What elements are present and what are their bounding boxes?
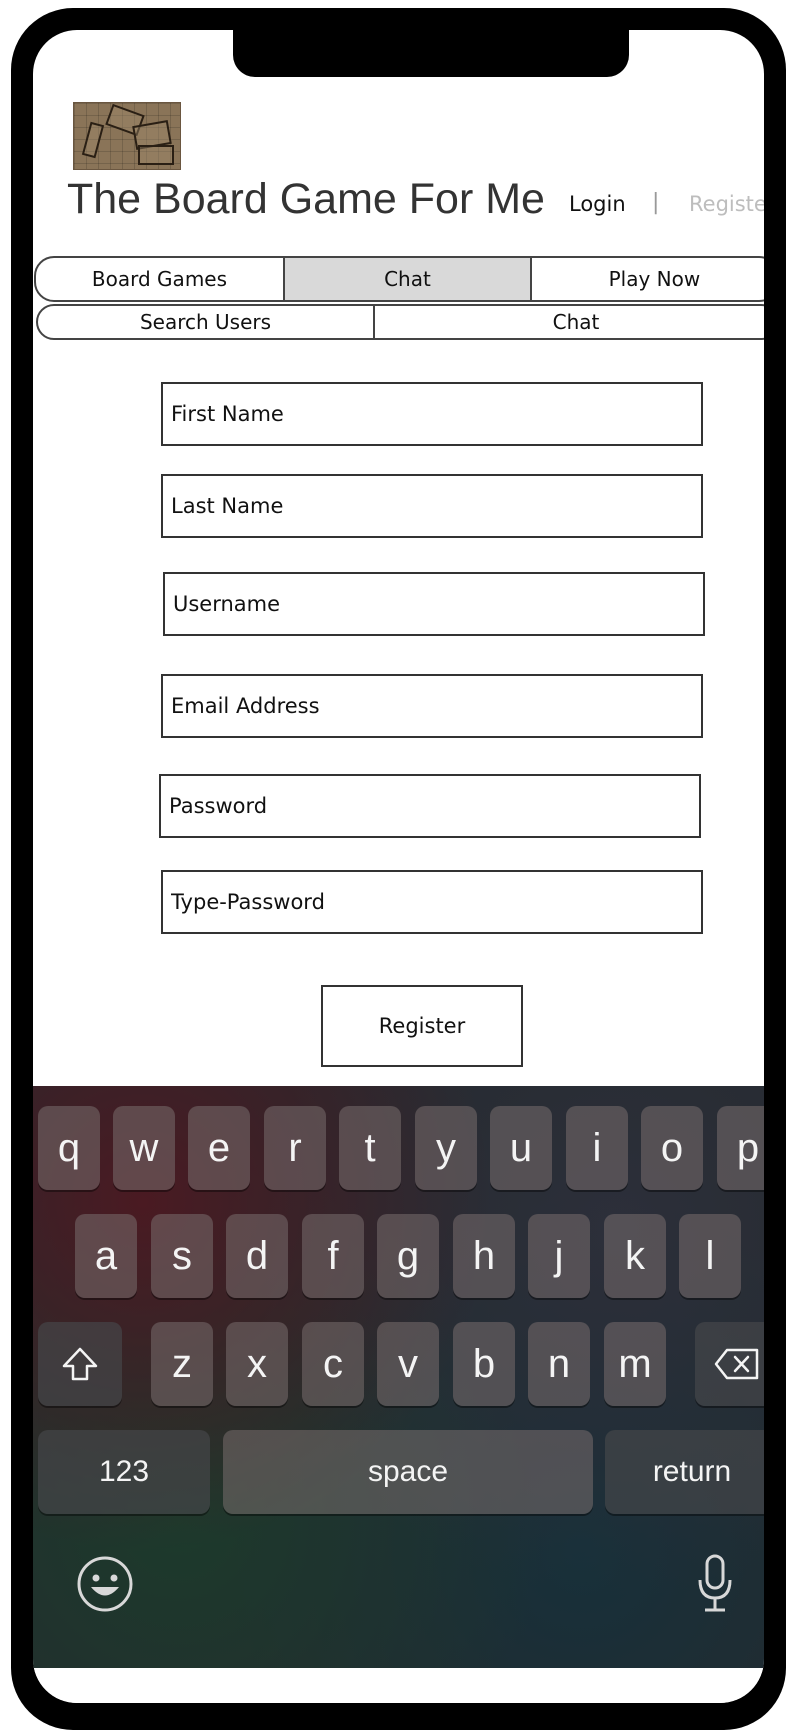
- register-link[interactable]: Register: [689, 192, 764, 216]
- backspace-icon: [714, 1348, 759, 1380]
- on-screen-keyboard: q w e r t y u i o p a s d f g h j k l z …: [33, 1086, 764, 1668]
- phone-screen: The Board Game For Me Login | Register B…: [33, 30, 764, 1703]
- key-p[interactable]: p: [717, 1106, 764, 1190]
- key-q[interactable]: q: [38, 1106, 100, 1190]
- subtab-search-users[interactable]: Search Users: [38, 306, 373, 338]
- key-v[interactable]: v: [377, 1322, 439, 1406]
- key-z[interactable]: z: [151, 1322, 213, 1406]
- notch: [233, 30, 629, 77]
- key-n[interactable]: n: [528, 1322, 590, 1406]
- key-j[interactable]: j: [528, 1214, 590, 1298]
- password-field[interactable]: [159, 774, 701, 838]
- phone-frame: The Board Game For Me Login | Register B…: [11, 8, 786, 1730]
- tab-chat[interactable]: Chat: [282, 258, 530, 300]
- key-y[interactable]: y: [415, 1106, 477, 1190]
- primary-nav: Board Games Chat Play Now: [34, 256, 764, 302]
- home-indicator-area: [33, 1668, 764, 1703]
- key-s[interactable]: s: [151, 1214, 213, 1298]
- key-r[interactable]: r: [264, 1106, 326, 1190]
- emoji-icon: [77, 1556, 133, 1612]
- key-x[interactable]: x: [226, 1322, 288, 1406]
- key-o[interactable]: o: [641, 1106, 703, 1190]
- space-key[interactable]: space: [223, 1430, 593, 1514]
- key-w[interactable]: w: [113, 1106, 175, 1190]
- first-name-field[interactable]: [161, 382, 703, 446]
- numbers-key[interactable]: 123: [38, 1430, 210, 1514]
- shift-icon: [62, 1347, 98, 1381]
- key-u[interactable]: u: [490, 1106, 552, 1190]
- secondary-nav: Search Users Chat: [36, 304, 764, 340]
- key-t[interactable]: t: [339, 1106, 401, 1190]
- key-f[interactable]: f: [302, 1214, 364, 1298]
- backspace-key[interactable]: [695, 1322, 764, 1406]
- key-a[interactable]: a: [75, 1214, 137, 1298]
- key-g[interactable]: g: [377, 1214, 439, 1298]
- app-title: The Board Game For Me: [67, 175, 545, 223]
- key-d[interactable]: d: [226, 1214, 288, 1298]
- return-key[interactable]: return: [605, 1430, 764, 1514]
- tab-board-games[interactable]: Board Games: [36, 258, 283, 300]
- email-field[interactable]: [161, 674, 703, 738]
- microphone-icon: [698, 1554, 732, 1612]
- subtab-chat[interactable]: Chat: [373, 306, 764, 338]
- key-m[interactable]: m: [604, 1322, 666, 1406]
- register-button[interactable]: Register: [321, 985, 523, 1067]
- key-i[interactable]: i: [566, 1106, 628, 1190]
- app-logo: [73, 102, 181, 170]
- key-e[interactable]: e: [188, 1106, 250, 1190]
- emoji-button[interactable]: [75, 1554, 135, 1614]
- key-b[interactable]: b: [453, 1322, 515, 1406]
- header-divider: |: [652, 190, 660, 215]
- shift-key[interactable]: [38, 1322, 122, 1406]
- login-link[interactable]: Login: [569, 192, 626, 216]
- username-field[interactable]: [163, 572, 705, 636]
- microphone-button[interactable]: [693, 1552, 737, 1616]
- key-h[interactable]: h: [453, 1214, 515, 1298]
- tab-play-now[interactable]: Play Now: [529, 258, 764, 300]
- key-c[interactable]: c: [302, 1322, 364, 1406]
- retype-password-field[interactable]: [161, 870, 703, 934]
- key-l[interactable]: l: [679, 1214, 741, 1298]
- last-name-field[interactable]: [161, 474, 703, 538]
- key-k[interactable]: k: [604, 1214, 666, 1298]
